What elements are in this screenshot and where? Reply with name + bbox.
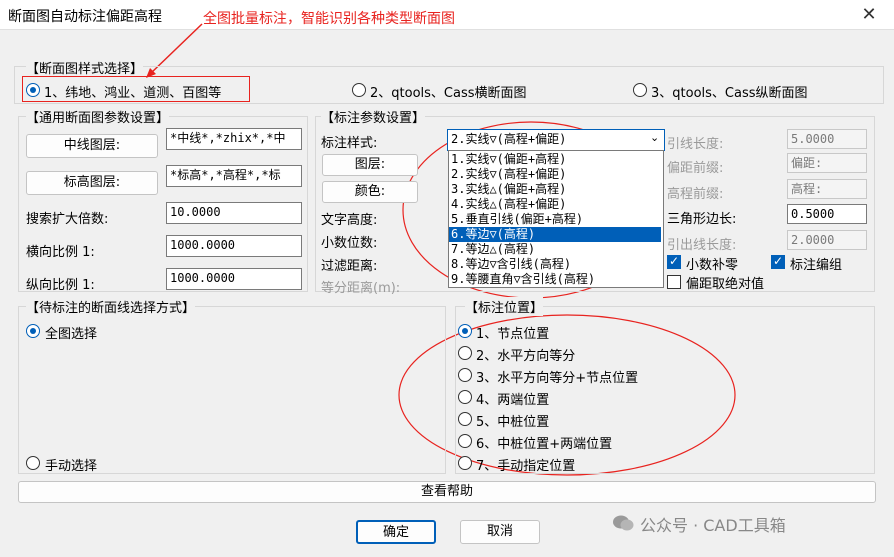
style-radio-2[interactable]: [352, 83, 366, 97]
position-radio-4[interactable]: [458, 390, 472, 404]
position-option-1: 1、节点位置: [476, 327, 550, 342]
wechat-icon: [612, 514, 634, 532]
style-radio-3[interactable]: [633, 83, 647, 97]
search-scale-label: 搜索扩大倍数:: [26, 212, 109, 227]
position-option-6: 6、中桩位置+两端位置: [476, 437, 613, 452]
position-option-3: 3、水平方向等分+节点位置: [476, 371, 639, 386]
lead-length-label: 引线长度:: [667, 137, 724, 152]
lead-length-input[interactable]: 5.0000: [787, 129, 867, 149]
annot-layer-button[interactable]: 图层:: [322, 154, 418, 176]
triangle-side-input[interactable]: 0.5000: [787, 204, 867, 224]
position-radio-6[interactable]: [458, 434, 472, 448]
style-option-2-label: 2、qtools、Cass横断面图: [370, 86, 527, 101]
style-option-3-label: 3、qtools、Cass纵断面图: [651, 86, 808, 101]
select-manual-label: 手动选择: [45, 459, 98, 474]
zero-pad-label: 小数补零: [686, 258, 739, 273]
text-height-label: 文字高度:: [321, 213, 378, 228]
position-option-5: 5、中桩位置: [476, 415, 550, 430]
select-method-title: 【待标注的断面线选择方式】: [26, 297, 196, 316]
dropdown-item[interactable]: 2.实线▽(高程+偏距): [449, 167, 661, 182]
search-scale-input[interactable]: 10.0000: [166, 202, 302, 224]
dropdown-item-selected[interactable]: 6.等边▽(高程): [449, 227, 661, 242]
offset-prefix-input[interactable]: 偏距:: [787, 153, 867, 173]
lead-out-label: 引出线长度:: [667, 238, 737, 253]
annot-group-checkbox[interactable]: [771, 254, 785, 269]
watermark-text: 公众号 · CAD工具箱: [640, 516, 786, 535]
dropdown-item[interactable]: 5.垂直引线(偏距+高程): [449, 212, 661, 227]
dropdown-item[interactable]: 7.等边△(高程): [449, 242, 661, 257]
annot-color-button[interactable]: 颜色:: [322, 181, 418, 203]
decimals-label: 小数位数:: [321, 236, 378, 251]
style-option-1-label: 1、纬地、鸿业、道测、百图等: [44, 86, 222, 101]
position-radio-7[interactable]: [458, 456, 472, 470]
general-group-title: 【通用断面图参数设置】: [26, 107, 170, 126]
position-option-7: 7、手动指定位置: [476, 459, 576, 474]
cancel-button[interactable]: 取消: [460, 520, 540, 544]
annot-style-label: 标注样式:: [321, 136, 378, 151]
dropdown-item[interactable]: 8.等边▽含引线(高程): [449, 257, 661, 272]
annot-group-label: 标注编组: [790, 258, 843, 273]
triangle-side-label: 三角形边长:: [667, 212, 737, 227]
select-all-label: 全图选择: [45, 327, 98, 342]
dropdown-item[interactable]: 9.等腰直角▽含引线(高程): [449, 272, 661, 287]
position-option-2: 2、水平方向等分: [476, 349, 576, 364]
abs-offset-label: 偏距取绝对值: [686, 277, 765, 292]
hscale-input[interactable]: 1000.0000: [166, 235, 302, 257]
elevation-layer-button[interactable]: 标高图层:: [26, 171, 158, 195]
elev-prefix-input[interactable]: 高程:: [787, 179, 867, 199]
equal-distance-label: 等分距离(m):: [321, 281, 401, 296]
lead-out-input[interactable]: 2.0000: [787, 230, 867, 250]
hscale-label: 横向比例 1:: [26, 245, 95, 260]
position-group-title: 【标注位置】: [465, 297, 544, 316]
position-option-4: 4、两端位置: [476, 393, 550, 408]
position-radio-3[interactable]: [458, 368, 472, 382]
zero-pad-checkbox[interactable]: [667, 254, 681, 269]
style-radio-1[interactable]: [26, 83, 40, 97]
position-radio-1[interactable]: [458, 324, 472, 338]
dropdown-item[interactable]: 4.实线△(高程+偏距): [449, 197, 661, 212]
select-manual-radio[interactable]: [26, 456, 40, 470]
vscale-label: 纵向比例 1:: [26, 278, 95, 293]
style-group-title: 【断面图样式选择】: [26, 58, 144, 77]
position-radio-5[interactable]: [458, 412, 472, 426]
elevation-layer-input[interactable]: *标高*,*高程*,*标: [166, 165, 302, 187]
select-all-radio[interactable]: [26, 324, 40, 338]
offset-prefix-label: 偏距前缀:: [667, 161, 724, 176]
annot-style-select[interactable]: 2.实线▽(高程+偏距): [447, 129, 665, 151]
filter-distance-label: 过滤距离:: [321, 259, 378, 274]
annot-style-dropdown: 1.实线▽(偏距+高程) 2.实线▽(高程+偏距) 3.实线△(偏距+高程) 4…: [448, 150, 664, 288]
chevron-down-icon[interactable]: ⌄: [650, 131, 659, 144]
centerline-layer-button[interactable]: 中线图层:: [26, 134, 158, 158]
vscale-input[interactable]: 1000.0000: [166, 268, 302, 290]
dropdown-item[interactable]: 3.实线△(偏距+高程): [449, 182, 661, 197]
abs-offset-checkbox[interactable]: [667, 275, 681, 289]
elev-prefix-label: 高程前缀:: [667, 187, 724, 202]
help-button[interactable]: 查看帮助: [18, 481, 876, 503]
position-radio-2[interactable]: [458, 346, 472, 360]
annot-group-title: 【标注参数设置】: [321, 107, 426, 126]
ok-button[interactable]: 确定: [356, 520, 436, 544]
dropdown-item[interactable]: 1.实线▽(偏距+高程): [449, 152, 661, 167]
centerline-layer-input[interactable]: *中线*,*zhix*,*中: [166, 128, 302, 150]
